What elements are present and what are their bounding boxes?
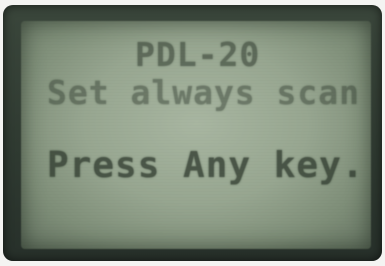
model-name: PDL-20 [135, 35, 261, 74]
device-photo: PDL-20 Set always scan Press Any key. [0, 0, 385, 266]
lcd-screen: PDL-20 Set always scan Press Any key. [21, 21, 371, 249]
lcd-bezel: PDL-20 Set always scan Press Any key. [3, 5, 382, 261]
prompt-message: Press Any key. [47, 145, 365, 186]
status-message: Set always scan [47, 73, 361, 112]
